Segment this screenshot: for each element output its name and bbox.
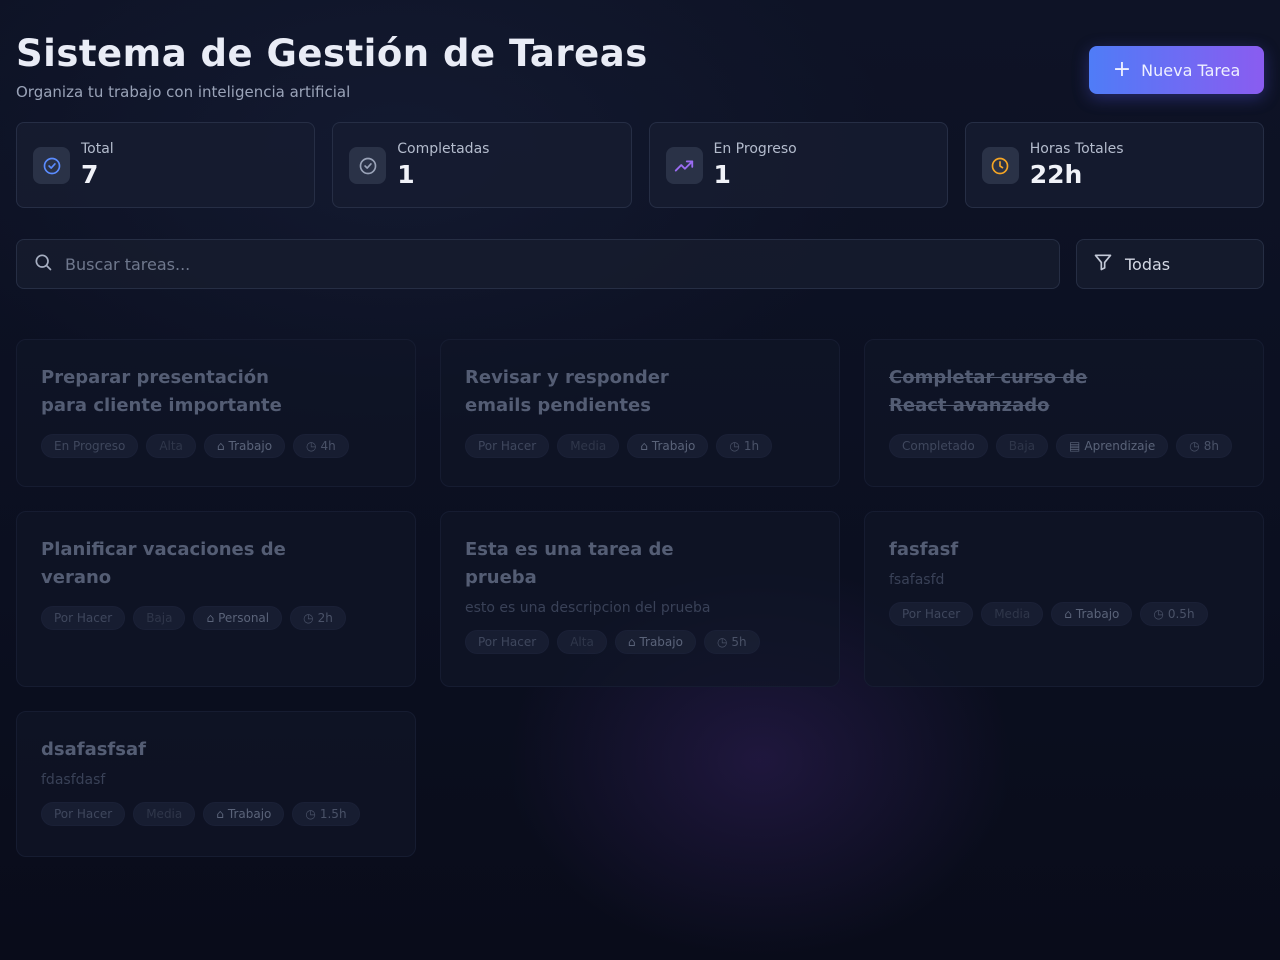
- category-badge: ▤ Aprendizaje: [1056, 434, 1169, 458]
- priority-badge: Media: [981, 602, 1044, 626]
- clock-icon: ◷: [716, 635, 728, 649]
- task-description: fdasfdasf: [41, 772, 106, 788]
- trending-up-icon: [665, 147, 703, 184]
- task-card[interactable]: Planificar vacaciones de verano Por Hacer…: [16, 511, 416, 687]
- category-badge: ⌂ Trabajo: [627, 434, 709, 458]
- stat-card-in-progress: En Progreso 1: [648, 122, 948, 208]
- task-tags: Por Hacer Media ⌂ Trabajo ◷ 0.5h: [889, 602, 1239, 626]
- hours-badge: ◷ 4h: [293, 434, 349, 458]
- hours-badge: ◷ 8h: [1176, 434, 1232, 458]
- stat-card-total: Total 7: [16, 122, 316, 208]
- new-task-button[interactable]: + Nueva Tarea: [1089, 46, 1264, 94]
- toolbar: Todas: [16, 239, 1264, 289]
- book-icon: ▤: [1069, 439, 1081, 453]
- task-title: dsafasfsaf: [41, 739, 146, 760]
- task-tags: En Progreso Alta ⌂ Trabajo ◷ 4h: [41, 434, 391, 458]
- app: Sistema de Gestión de Tareas Organiza tu…: [0, 0, 1280, 899]
- hours-badge: ◷ 1h: [716, 434, 773, 458]
- category-badge: ⌂ Trabajo: [203, 434, 286, 458]
- task-card[interactable]: Preparar presentación para cliente import…: [16, 339, 416, 487]
- clock-icon: ◷: [1189, 439, 1200, 453]
- task-card[interactable]: fasfasf fsafasfd Por Hacer Media ⌂ Trabaj…: [864, 511, 1264, 687]
- home-icon: ⌂: [206, 611, 215, 625]
- task-title: fasfasf: [889, 539, 959, 560]
- filter-select[interactable]: Todas: [1076, 239, 1264, 289]
- status-badge: En Progreso: [41, 434, 139, 458]
- task-tags: Por Hacer Media ⌂ Trabajo ◷ 1h: [465, 434, 815, 458]
- task-tags: Completado Baja ▤ Aprendizaje ◷ 8h: [889, 434, 1239, 458]
- priority-badge: Baja: [995, 434, 1049, 458]
- priority-badge: Media: [133, 802, 196, 826]
- status-badge: Completado: [889, 434, 988, 458]
- category-badge: ⌂ Trabajo: [1051, 602, 1133, 626]
- new-task-label: Nueva Tarea: [1141, 60, 1241, 80]
- clock-icon: [981, 147, 1019, 184]
- hours-badge: ◷ 5h: [703, 630, 760, 654]
- check-circle-icon: [33, 147, 70, 184]
- category-badge: ⌂ Trabajo: [203, 802, 285, 826]
- clock-icon: ◷: [305, 807, 316, 821]
- stat-label: Horas Totales: [1029, 141, 1124, 157]
- header: Sistema de Gestión de Tareas Organiza tu…: [16, 0, 1264, 122]
- status-badge: Por Hacer: [41, 606, 126, 630]
- search-input[interactable]: [65, 254, 965, 274]
- search-icon: [33, 252, 53, 276]
- task-tags: Por Hacer Alta ⌂ Trabajo ◷ 5h: [465, 630, 815, 654]
- task-tags: Por Hacer Media ⌂ Trabajo ◷ 1.5h: [41, 802, 391, 826]
- clock-icon: ◷: [306, 439, 317, 453]
- status-badge: Por Hacer: [41, 802, 126, 826]
- stat-label: Completadas: [397, 141, 490, 157]
- priority-badge: Media: [557, 434, 620, 458]
- filter-value: Todas: [1125, 254, 1171, 274]
- check-circle-icon: [349, 147, 387, 184]
- task-tags: Por Hacer Baja ⌂ Personal ◷ 2h: [41, 606, 391, 630]
- priority-badge: Baja: [133, 606, 186, 630]
- hours-badge: ◷ 1.5h: [292, 802, 360, 826]
- clock-icon: ◷: [1153, 607, 1164, 621]
- stat-value: 1: [397, 160, 415, 189]
- task-card[interactable]: Esta es una tarea de prueba esto es una d…: [440, 511, 840, 687]
- task-title: Planificar vacaciones de verano: [41, 539, 286, 588]
- status-badge: Por Hacer: [465, 630, 550, 654]
- task-title: Completar curso de React avanzado: [889, 367, 1088, 416]
- briefcase-icon: ⌂: [1064, 607, 1072, 621]
- priority-badge: Alta: [557, 630, 607, 654]
- task-description: fsafasfd: [889, 572, 945, 588]
- clock-icon: ◷: [303, 611, 314, 625]
- status-badge: Por Hacer: [465, 434, 550, 458]
- category-badge: ⌂ Personal: [193, 606, 283, 630]
- stat-label: En Progreso: [713, 141, 797, 157]
- stat-card-hours: Horas Totales 22h: [964, 122, 1264, 208]
- priority-badge: Alta: [146, 434, 196, 458]
- stat-label: Total: [81, 141, 114, 157]
- page-title: Sistema de Gestión de Tareas: [16, 32, 648, 75]
- stat-value: 1: [713, 160, 731, 189]
- task-card[interactable]: Revisar y responder emails pendientes Por…: [440, 339, 840, 487]
- briefcase-icon: ⌂: [640, 439, 648, 453]
- task-card[interactable]: dsafasfsaf fdasfdasf Por Hacer Media ⌂ Tr…: [16, 711, 416, 857]
- clock-icon: ◷: [729, 439, 740, 453]
- task-title: Esta es una tarea de prueba: [465, 539, 674, 588]
- briefcase-icon: ⌂: [627, 635, 636, 649]
- briefcase-icon: ⌂: [216, 439, 225, 453]
- stats-row: Total 7 Completadas 1 En Progreso 1 Hora…: [16, 122, 1264, 208]
- task-grid: Preparar presentación para cliente import…: [16, 339, 1264, 899]
- task-description: esto es una descripcion del prueba: [465, 600, 711, 616]
- search-box: [16, 239, 1060, 289]
- hours-badge: ◷ 0.5h: [1140, 602, 1208, 626]
- category-badge: ⌂ Trabajo: [614, 630, 696, 654]
- briefcase-icon: ⌂: [216, 807, 224, 821]
- task-title: Revisar y responder emails pendientes: [465, 367, 669, 416]
- hours-badge: ◷ 2h: [290, 606, 346, 630]
- stat-value: 7: [81, 160, 99, 189]
- page-subtitle: Organiza tu trabajo con inteligencia art…: [16, 83, 351, 101]
- task-title: Preparar presentación para cliente import…: [41, 367, 282, 416]
- stat-card-completed: Completadas 1: [332, 122, 632, 208]
- filter-icon: [1093, 252, 1113, 276]
- status-badge: Por Hacer: [889, 602, 974, 626]
- task-card[interactable]: Completar curso de React avanzado Complet…: [864, 339, 1264, 487]
- stat-value: 22h: [1029, 160, 1083, 189]
- plus-icon: +: [1112, 57, 1132, 82]
